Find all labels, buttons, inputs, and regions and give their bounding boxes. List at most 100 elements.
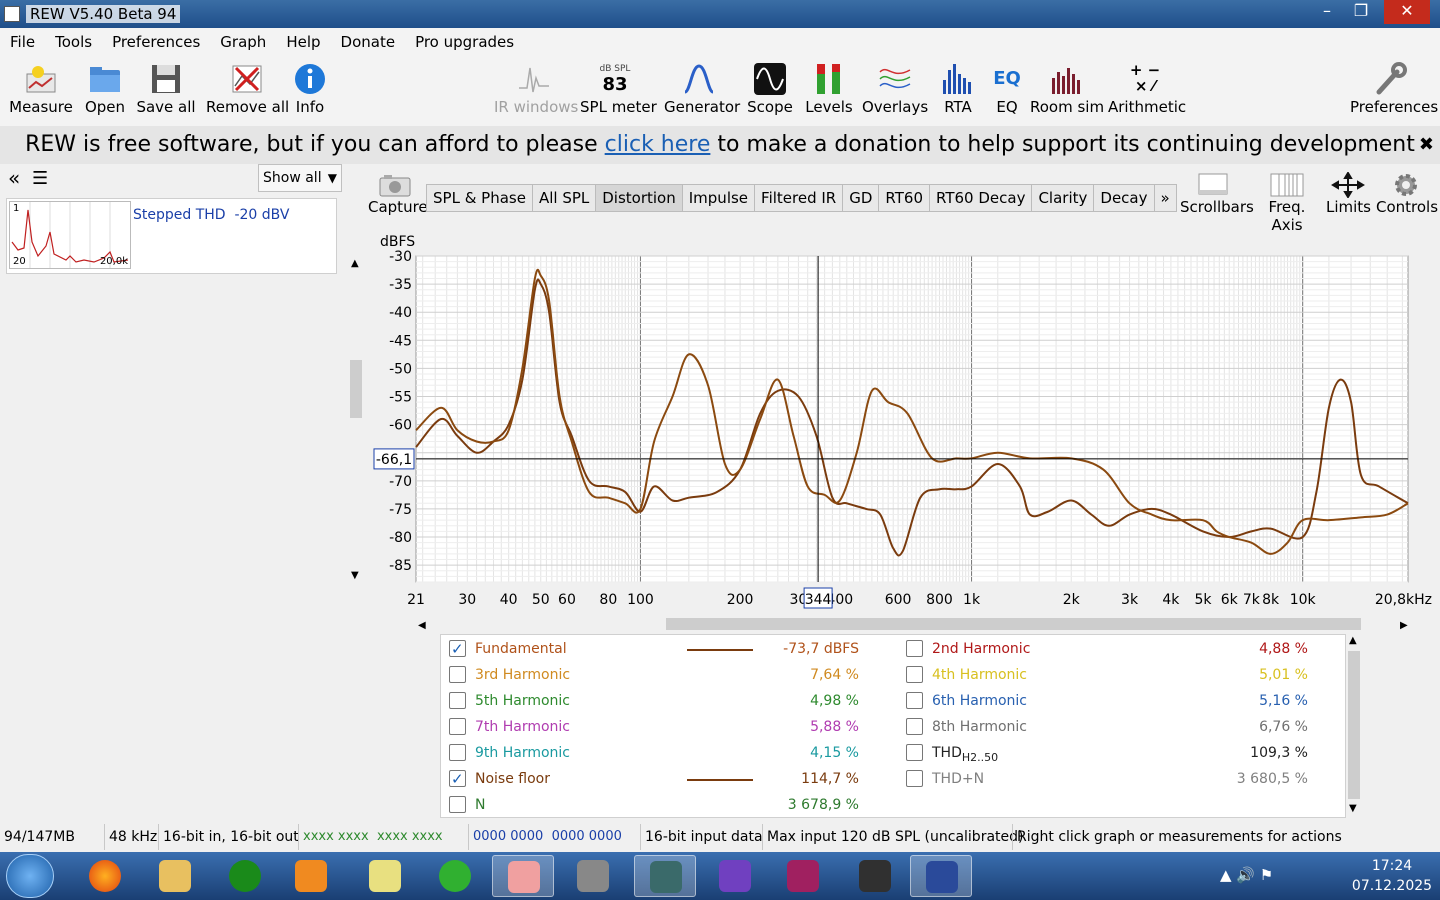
legend-checkbox[interactable] <box>906 640 923 657</box>
legend-scrollbar[interactable]: ▲ ▼ <box>1347 635 1361 819</box>
donation-link[interactable]: click here <box>605 132 711 157</box>
tab-decay[interactable]: Decay <box>1093 184 1155 212</box>
tab-clarity[interactable]: Clarity <box>1031 184 1095 212</box>
info-button[interactable]: Info <box>292 56 328 126</box>
taskbar-app-green[interactable] <box>424 855 486 897</box>
legend-row[interactable]: Fundamental -73,7 dBFS <box>441 636 859 662</box>
taskbar-notes[interactable] <box>354 855 416 897</box>
generator-button[interactable]: Generator <box>664 56 740 126</box>
ir-windows-button[interactable]: IR windows <box>494 56 578 126</box>
menu-donate[interactable]: Donate <box>331 28 406 56</box>
legend-row[interactable]: N 3 678,9 % <box>441 792 859 818</box>
panel-scrollbar[interactable]: ▲ ▼ <box>348 258 364 581</box>
legend-row[interactable]: 8th Harmonic 6,76 % <box>898 714 1308 740</box>
start-button[interactable] <box>6 854 54 898</box>
taskbar-snipping-tool[interactable] <box>492 855 554 897</box>
taskbar-media-player[interactable] <box>280 855 342 897</box>
legend-row[interactable]: 2nd Harmonic 4,88 % <box>898 636 1308 662</box>
distortion-chart-svg[interactable]: -30 -35 -40 -45 -50 -55 -60 -70 -75 -80 -85 dBFS 21 3… <box>370 230 1440 631</box>
arithmetic-button[interactable]: + − × ⁄ Arithmetic <box>1108 56 1186 126</box>
open-button[interactable]: Open <box>80 56 130 126</box>
menu-pro-upgrades[interactable]: Pro upgrades <box>405 28 524 56</box>
scroll-up-icon[interactable]: ▲ <box>1349 635 1357 646</box>
legend-row[interactable]: THDH2..50 109,3 % <box>898 740 1308 766</box>
taskbar-rew[interactable] <box>910 855 972 897</box>
legend-checkbox[interactable] <box>906 744 923 761</box>
graph-scrollbar-thumb[interactable] <box>666 618 1361 630</box>
tab-more[interactable]: » <box>1153 184 1177 212</box>
tab-filtered-ir[interactable]: Filtered IR <box>754 184 844 212</box>
taskbar-app-purple[interactable] <box>704 855 766 897</box>
taskbar-app-spider[interactable] <box>214 855 276 897</box>
taskbar-firefox[interactable] <box>74 855 136 897</box>
controls-button[interactable]: Controls <box>1376 172 1438 216</box>
measure-button[interactable]: Measure <box>8 56 74 126</box>
scrollbars-button[interactable]: Scrollbars <box>1180 172 1254 216</box>
eq-button[interactable]: EQ EQ <box>988 56 1026 126</box>
legend-checkbox[interactable] <box>449 796 466 813</box>
scroll-right-icon[interactable]: ▶ <box>1400 620 1408 631</box>
tab-impulse[interactable]: Impulse <box>681 184 756 212</box>
legend-row[interactable]: 3rd Harmonic 7,64 % <box>441 662 859 688</box>
scrollbar-thumb[interactable] <box>350 360 362 418</box>
capture-button[interactable]: Capture <box>368 172 428 216</box>
tab-distortion[interactable]: Distortion <box>595 184 683 212</box>
taskbar-clock[interactable]: 17:24 07.12.2025 <box>1350 856 1434 896</box>
scroll-down-icon[interactable]: ▼ <box>1349 803 1357 814</box>
distortion-graph[interactable]: -30 -35 -40 -45 -50 -55 -60 -70 -75 -80 -85 dBFS 21 3… <box>370 230 1440 631</box>
measurement-item[interactable]: 1 20 20,0k Stepped THD -20 dBV <box>6 198 337 274</box>
legend-checkbox[interactable] <box>449 744 466 761</box>
scrollbar-thumb[interactable] <box>1348 651 1360 799</box>
spl-meter-button[interactable]: dB SPL 83 SPL meter <box>580 56 657 126</box>
overlays-button[interactable]: Overlays <box>862 56 928 126</box>
legend-row[interactable]: 4th Harmonic 5,01 % <box>898 662 1308 688</box>
scroll-up-icon[interactable]: ▲ <box>351 258 359 269</box>
legend-checkbox[interactable] <box>449 766 466 792</box>
menu-help[interactable]: Help <box>276 28 330 56</box>
tab-rt60[interactable]: RT60 <box>878 184 930 212</box>
legend-checkbox[interactable] <box>449 666 466 683</box>
taskbar-explorer[interactable] <box>144 855 206 897</box>
preferences-button[interactable]: Preferences <box>1350 56 1438 126</box>
menu-file[interactable]: File <box>0 28 45 56</box>
menu-tools[interactable]: Tools <box>45 28 102 56</box>
menu-graph[interactable]: Graph <box>210 28 276 56</box>
legend-checkbox[interactable] <box>906 718 923 735</box>
legend-row[interactable]: 5th Harmonic 4,98 % <box>441 688 859 714</box>
close-button[interactable]: ✕ <box>1384 0 1430 24</box>
legend-checkbox[interactable] <box>906 770 923 787</box>
show-all-dropdown[interactable]: Show all ▼ <box>258 164 342 192</box>
system-tray[interactable]: ▲ 🔊 ⚑ <box>1220 866 1340 886</box>
legend-checkbox[interactable] <box>906 692 923 709</box>
freq-axis-button[interactable]: Freq. Axis <box>1254 172 1320 234</box>
tab-gd[interactable]: GD <box>842 184 880 212</box>
tab-spl-phase[interactable]: SPL & Phase <box>426 184 533 212</box>
legend-checkbox[interactable] <box>449 718 466 735</box>
levels-button[interactable]: Levels <box>804 56 854 126</box>
collapse-panel-icon[interactable]: « <box>8 166 20 190</box>
save-all-button[interactable]: Save all <box>136 56 196 126</box>
legend-row[interactable]: 9th Harmonic 4,15 % <box>441 740 859 766</box>
menu-preferences[interactable]: Preferences <box>102 28 210 56</box>
tab-all-spl[interactable]: All SPL <box>531 184 597 212</box>
legend-row[interactable]: 6th Harmonic 5,16 % <box>898 688 1308 714</box>
room-sim-button[interactable]: Room sim <box>1030 56 1104 126</box>
legend-checkbox[interactable] <box>449 692 466 709</box>
taskbar-app-tool[interactable] <box>562 855 624 897</box>
remove-all-button[interactable]: Remove all <box>206 56 289 126</box>
legend-row[interactable]: THD+N 3 680,5 % <box>898 766 1308 792</box>
scroll-left-icon[interactable]: ◀ <box>418 620 426 631</box>
legend-row[interactable]: Noise floor 114,7 % <box>441 766 859 792</box>
panel-menu-icon[interactable]: ☰ <box>32 168 48 189</box>
legend-checkbox[interactable] <box>906 666 923 683</box>
limits-button[interactable]: Limits <box>1326 172 1371 216</box>
legend-row[interactable]: 7th Harmonic 5,88 % <box>441 714 859 740</box>
scroll-down-icon[interactable]: ▼ <box>351 570 359 581</box>
banner-close-icon[interactable]: ✖ <box>1419 126 1434 164</box>
tab-rt60-decay[interactable]: RT60 Decay <box>929 184 1033 212</box>
taskbar-media-classic[interactable] <box>844 855 906 897</box>
taskbar-winrar[interactable] <box>772 855 834 897</box>
legend-checkbox[interactable] <box>449 636 466 662</box>
scope-button[interactable]: Scope <box>746 56 794 126</box>
taskbar-audio-app[interactable] <box>634 855 696 897</box>
